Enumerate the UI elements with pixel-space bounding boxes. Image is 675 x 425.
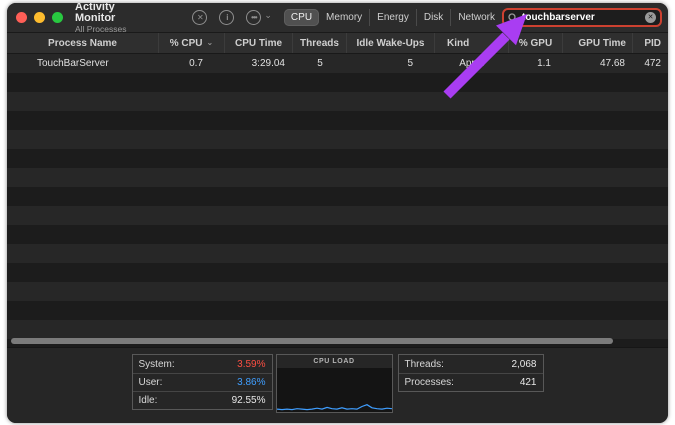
user-usage-row: User: 3.86% — [133, 373, 272, 391]
activity-monitor-window: Activity Monitor All Processes ✕ i ••• ⌄… — [7, 3, 668, 423]
title-block: Activity Monitor All Processes — [75, 3, 156, 34]
more-options-button[interactable]: ••• ⌄ — [246, 10, 272, 25]
column-label: CPU Time — [235, 38, 282, 49]
system-label: System: — [139, 359, 175, 370]
column-header-gpu[interactable]: % GPU — [509, 33, 563, 53]
column-label: PID — [644, 38, 661, 49]
chevron-down-icon: ⌄ — [264, 11, 272, 20]
x-circle-icon: ✕ — [192, 10, 207, 25]
column-header-kind[interactable]: Kind — [435, 33, 509, 53]
column-label: Threads — [300, 38, 339, 49]
info-circle-icon: i — [219, 10, 234, 25]
tab-cpu[interactable]: CPU — [284, 9, 319, 26]
cell-idle-wake-ups: 5 — [347, 54, 435, 73]
toolbar-buttons: ✕ i ••• ⌄ — [192, 10, 272, 25]
ellipsis-circle-icon: ••• — [246, 10, 261, 25]
cell-gpu: 1.1 — [509, 54, 563, 73]
column-header-cpu[interactable]: % CPU ⌄ — [159, 33, 225, 53]
tab-energy[interactable]: Energy — [369, 9, 416, 26]
cpu-load-sparkline — [277, 368, 392, 412]
column-label: GPU Time — [578, 38, 626, 49]
column-label: Idle Wake-Ups — [357, 38, 425, 49]
cpu-load-title: CPU LOAD — [277, 355, 392, 368]
cell-pid: 472 — [633, 54, 668, 73]
titlebar: Activity Monitor All Processes ✕ i ••• ⌄… — [7, 3, 668, 33]
tab-disk[interactable]: Disk — [416, 9, 450, 26]
system-usage-row: System: 3.59% — [133, 355, 272, 373]
cell-gpu-time: 47.68 — [563, 54, 633, 73]
clear-search-icon[interactable]: ✕ — [645, 12, 656, 23]
cpu-usage-stats-box: System: 3.59% User: 3.86% Idle: 92.55% — [132, 354, 273, 410]
window-controls — [16, 12, 63, 23]
threads-row: Threads: 2,068 — [399, 355, 543, 373]
user-value: 3.86% — [237, 377, 265, 388]
idle-label: Idle: — [139, 395, 158, 406]
column-label: Kind — [447, 38, 469, 49]
status-footer: System: 3.59% User: 3.86% Idle: 92.55% C… — [7, 347, 668, 423]
quit-process-button[interactable]: ✕ — [192, 10, 207, 25]
column-header-process-name[interactable]: Process Name — [7, 33, 159, 53]
cell-threads: 5 — [293, 54, 347, 73]
processes-label: Processes: — [405, 377, 454, 388]
column-header-threads[interactable]: Threads — [293, 33, 347, 53]
table-row-touchbarserver[interactable]: TouchBarServer 0.7 3:29.04 5 5 Apple 1.1… — [7, 54, 668, 73]
view-tabs: CPU Memory Energy Disk Network — [284, 8, 502, 28]
minimize-window-button[interactable] — [34, 12, 45, 23]
horizontal-scrollbar[interactable] — [11, 338, 613, 344]
cell-cpu-time: 3:29.04 — [225, 54, 293, 73]
tab-memory[interactable]: Memory — [319, 9, 369, 26]
cell-cpu: 0.7 — [159, 54, 225, 73]
cell-kind: Apple — [435, 54, 509, 73]
user-label: User: — [139, 377, 163, 388]
column-label: % GPU — [519, 38, 552, 49]
column-header-idle-wake-ups[interactable]: Idle Wake-Ups — [347, 33, 435, 53]
zoom-window-button[interactable] — [52, 12, 63, 23]
column-header-pid[interactable]: PID — [633, 33, 668, 53]
table-header: Process Name % CPU ⌄ CPU Time Threads Idl… — [7, 33, 668, 54]
sort-chevron-icon: ⌄ — [207, 38, 214, 47]
processes-row: Processes: 421 — [399, 373, 543, 391]
process-table-body: TouchBarServer 0.7 3:29.04 5 5 Apple 1.1… — [7, 54, 668, 347]
processes-value: 421 — [520, 377, 537, 388]
idle-value: 92.55% — [232, 395, 266, 406]
screenshot-page: Activity Monitor All Processes ✕ i ••• ⌄… — [0, 0, 675, 425]
search-icon — [508, 13, 518, 23]
search-input[interactable] — [522, 12, 641, 23]
search-field[interactable]: ✕ — [502, 8, 662, 27]
inspect-process-button[interactable]: i — [219, 10, 234, 25]
column-label: Process Name — [48, 38, 117, 49]
cpu-load-graph — [277, 368, 392, 412]
column-label: % CPU — [170, 38, 203, 49]
thread-process-counts-box: Threads: 2,068 Processes: 421 — [398, 354, 544, 392]
window-title: Activity Monitor — [75, 3, 156, 25]
threads-label: Threads: — [405, 359, 444, 370]
idle-usage-row: Idle: 92.55% — [133, 391, 272, 409]
column-header-cpu-time[interactable]: CPU Time — [225, 33, 293, 53]
cpu-load-box: CPU LOAD — [276, 354, 393, 413]
column-header-gpu-time[interactable]: GPU Time — [563, 33, 633, 53]
threads-value: 2,068 — [511, 359, 536, 370]
close-window-button[interactable] — [16, 12, 27, 23]
cell-process-name: TouchBarServer — [7, 54, 159, 73]
system-value: 3.59% — [237, 359, 265, 370]
tab-network[interactable]: Network — [450, 9, 502, 26]
